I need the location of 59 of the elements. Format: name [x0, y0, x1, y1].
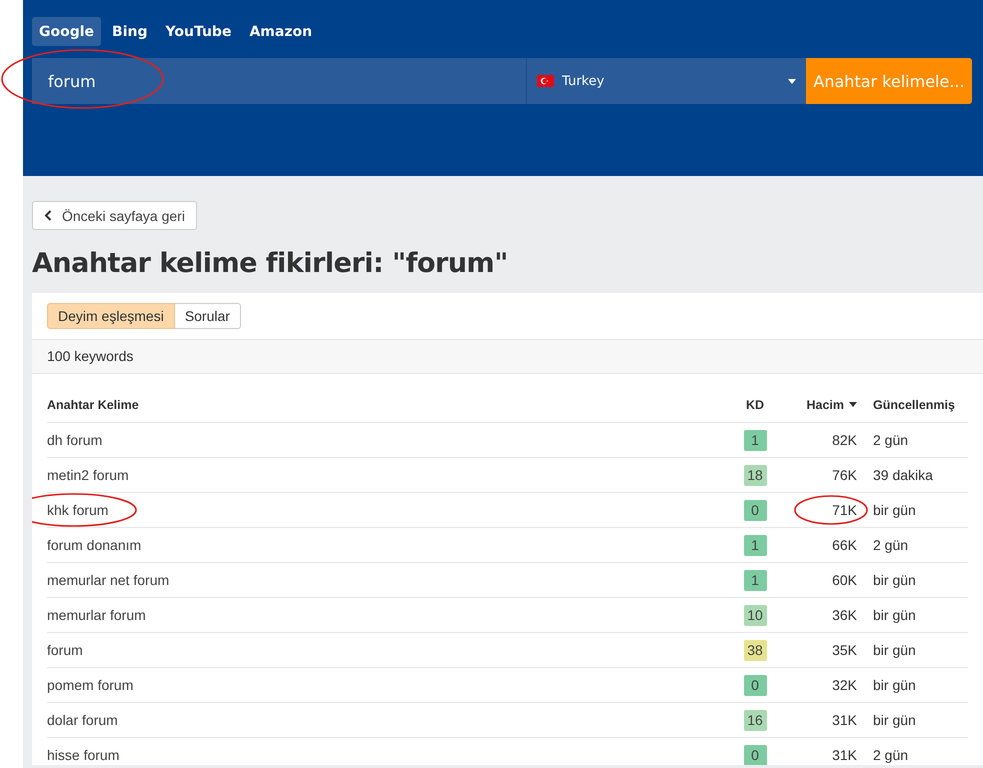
keyword-link[interactable]: pomem forum	[47, 677, 134, 693]
country-select[interactable]: Turkey	[526, 58, 806, 104]
table-cell: bir gün	[873, 712, 916, 728]
page-title: Anahtar kelime fikirleri: "forum"	[32, 248, 509, 279]
table-cell: 2 gün	[873, 747, 908, 763]
table-cell: 35K	[832, 642, 857, 658]
engine-tab[interactable]: YouTube	[158, 17, 238, 46]
column-header: Güncellenmiş	[872, 398, 956, 412]
table-cell: bir gün	[873, 677, 916, 693]
keyword-link[interactable]: memurlar net forum	[47, 572, 170, 588]
filter-tab[interactable]: Deyim eşleşmesi	[47, 303, 175, 329]
country-label: Turkey	[562, 74, 606, 88]
back-button[interactable]: Önceki sayfaya geri	[32, 201, 197, 230]
table-cell: 82K	[832, 432, 857, 448]
difficulty-badge: 10	[744, 604, 766, 626]
difficulty-badge: 0	[744, 500, 766, 520]
table-cell: bir gün	[873, 572, 916, 588]
keyword-link[interactable]: memurlar forum	[47, 607, 146, 623]
sort-icon	[849, 402, 857, 407]
column-header: Anahtar Kelime	[47, 398, 140, 412]
column-header[interactable]: Hacim	[781, 398, 857, 412]
table-cell: bir gün	[873, 502, 916, 518]
engine-tab[interactable]: Amazon	[242, 17, 320, 46]
keyword-link[interactable]: forum donanım	[47, 537, 142, 553]
difficulty-badge: 0	[744, 744, 766, 765]
keyword-count: 100 keywords	[47, 348, 134, 364]
chevron-left-icon	[44, 210, 52, 221]
column-header: KD	[744, 398, 766, 412]
table-cell: 31K	[832, 747, 857, 763]
table-cell: 66K	[832, 537, 857, 553]
difficulty-badge: 16	[744, 710, 766, 730]
table-cell: 60K	[832, 572, 857, 588]
keyword-link[interactable]: forum	[47, 642, 83, 658]
keyword-link[interactable]: hisse forum	[47, 747, 120, 763]
caret-icon	[788, 78, 796, 84]
table-cell: bir gün	[873, 607, 916, 623]
engine-tab[interactable]: Google	[32, 17, 102, 46]
table-cell: 36K	[832, 607, 857, 623]
table-cell: 71K	[832, 502, 857, 518]
difficulty-badge: 38	[744, 640, 766, 660]
filter-tab[interactable]: Sorular	[174, 303, 241, 329]
difficulty-badge: 1	[744, 430, 766, 450]
table-cell: 2 gün	[873, 537, 908, 553]
difficulty-badge: 1	[744, 570, 766, 590]
table-cell: 32K	[832, 677, 857, 693]
table-cell: bir gün	[873, 642, 916, 658]
search-field[interactable]: forum	[32, 58, 526, 104]
table-cell: 31K	[832, 712, 857, 728]
difficulty-badge: 1	[744, 534, 766, 556]
engine-tab[interactable]: Bing	[105, 17, 155, 46]
keyword-link[interactable]: dh forum	[47, 432, 102, 448]
flag-icon	[537, 75, 554, 87]
table-cell: 39 dakika	[873, 467, 933, 483]
difficulty-badge: 0	[744, 674, 766, 696]
table-cell: 2 gün	[873, 432, 908, 448]
keyword-link[interactable]: metin2 forum	[47, 467, 129, 483]
difficulty-badge: 18	[744, 464, 766, 486]
table-cell: 76K	[832, 467, 857, 483]
keyword-link[interactable]: dolar forum	[47, 712, 118, 728]
